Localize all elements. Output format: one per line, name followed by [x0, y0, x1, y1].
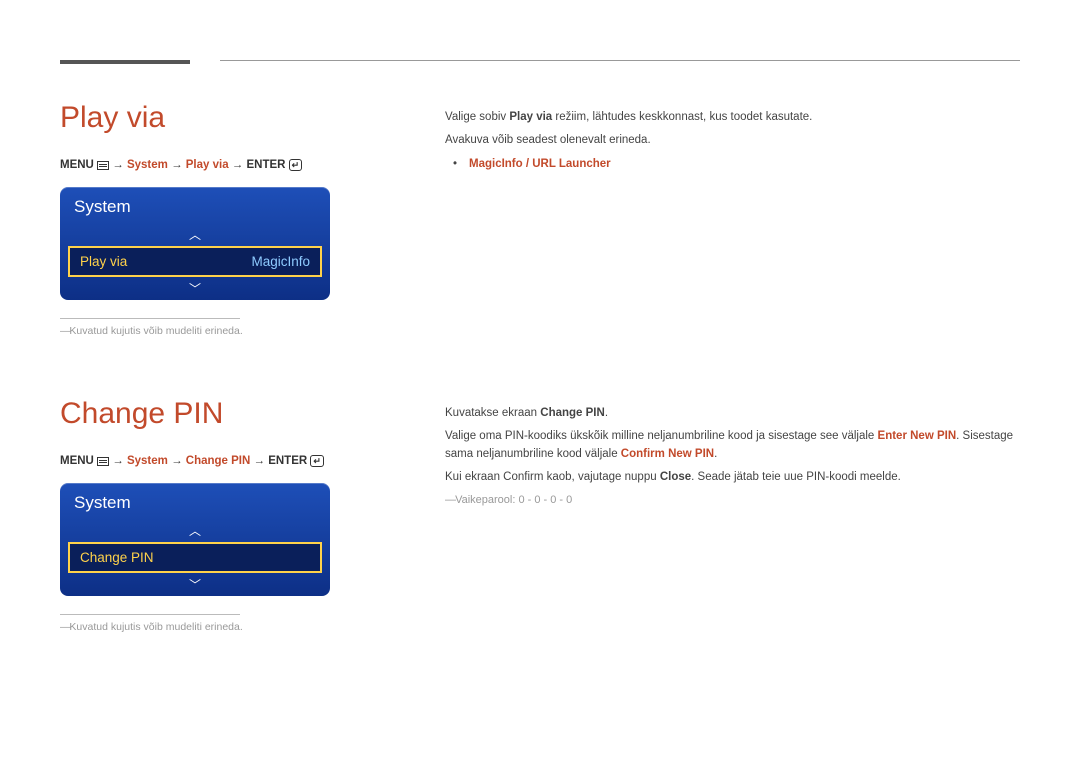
breadcrumb-text: → [229, 159, 247, 171]
menu-icon [97, 161, 109, 170]
footnote-text: Kuvatud kujutis võib mudeliti erineda. [60, 621, 375, 633]
chevron-up-icon[interactable]: ︿ [60, 519, 330, 542]
body-text: . Seade jätab teie uue PIN-koodi meelde. [691, 471, 901, 483]
footnote-text: Kuvatud kujutis võib mudeliti erineda. [60, 325, 375, 337]
body-text: Kui ekraan Confirm kaob, vajutage nuppu [445, 471, 660, 483]
footnote-rule [60, 318, 240, 319]
breadcrumb-changepin: Change PIN [186, 455, 251, 467]
enter-icon: ↵ [310, 455, 324, 467]
breadcrumb-text: MENU [60, 455, 97, 467]
body-highlight: Enter New PIN [878, 430, 957, 442]
menu-card-title: System [60, 483, 330, 519]
body-line: Kui ekraan Confirm kaob, vajutage nuppu … [445, 469, 1020, 486]
body-text: . [714, 448, 717, 460]
body-text: Valige oma PIN-koodiks ükskõik milline n… [445, 430, 878, 442]
body-bold: Play via [509, 111, 552, 123]
breadcrumb-text: ENTER [268, 455, 310, 467]
header-accent-bar [60, 60, 190, 64]
footnote-rule [60, 614, 240, 615]
body-line: Valige oma PIN-koodiks ükskõik milline n… [445, 428, 1020, 463]
note-default-password: Vaikeparool: 0 - 0 - 0 - 0 [445, 492, 1020, 509]
header-rule [220, 60, 1020, 61]
breadcrumb-text: → [168, 455, 186, 467]
breadcrumb-system: System [127, 159, 168, 171]
breadcrumb-play-via: MENU → System → Play via → ENTER ↵ [60, 159, 375, 171]
bullet-label: MagicInfo / URL Launcher [469, 158, 611, 170]
body-text: Valige sobiv [445, 111, 509, 123]
menu-row-play-via[interactable]: Play via MagicInfo [68, 246, 322, 277]
body-bold: Close [660, 471, 691, 483]
menu-card-change-pin: System ︿ Change PIN ﹀ [60, 483, 330, 596]
heading-change-pin: Change PIN [60, 397, 375, 431]
breadcrumb-text: MENU [60, 159, 97, 171]
body-highlight: Confirm New PIN [621, 448, 714, 460]
body-line: Avakuva võib seadest olenevalt erineda. [445, 132, 1020, 149]
menu-card-play-via: System ︿ Play via MagicInfo ﹀ [60, 187, 330, 300]
section-change-pin: Change PIN MENU → System → Change PIN → … [60, 397, 1020, 633]
section-play-via: Play via MENU → System → Play via → ENTE… [60, 101, 1020, 337]
enter-icon: ↵ [289, 159, 303, 171]
body-bold: Change PIN [540, 407, 605, 419]
menu-row-change-pin[interactable]: Change PIN [68, 542, 322, 573]
bullet-item: MagicInfo / URL Launcher [445, 156, 1020, 173]
breadcrumb-text: → [250, 455, 268, 467]
chevron-down-icon[interactable]: ﹀ [60, 277, 330, 300]
menu-row-label: Play via [80, 254, 127, 269]
breadcrumb-text: → [168, 159, 186, 171]
breadcrumb-playvia: Play via [186, 159, 229, 171]
body-text: . [605, 407, 608, 419]
breadcrumb-text: ENTER [247, 159, 289, 171]
chevron-up-icon[interactable]: ︿ [60, 223, 330, 246]
heading-play-via: Play via [60, 101, 375, 135]
breadcrumb-text: → [109, 455, 127, 467]
breadcrumb-text: → [109, 159, 127, 171]
menu-row-label: Change PIN [80, 550, 154, 565]
body-line: Kuvatakse ekraan Change PIN. [445, 405, 1020, 422]
breadcrumb-system: System [127, 455, 168, 467]
menu-icon [97, 457, 109, 466]
body-text: režiim, lähtudes keskkonnast, kus toodet… [552, 111, 812, 123]
menu-card-title: System [60, 187, 330, 223]
menu-row-value: MagicInfo [251, 254, 310, 269]
body-line: Valige sobiv Play via režiim, lähtudes k… [445, 109, 1020, 126]
chevron-down-icon[interactable]: ﹀ [60, 573, 330, 596]
breadcrumb-change-pin: MENU → System → Change PIN → ENTER ↵ [60, 455, 375, 467]
body-text: Kuvatakse ekraan [445, 407, 540, 419]
